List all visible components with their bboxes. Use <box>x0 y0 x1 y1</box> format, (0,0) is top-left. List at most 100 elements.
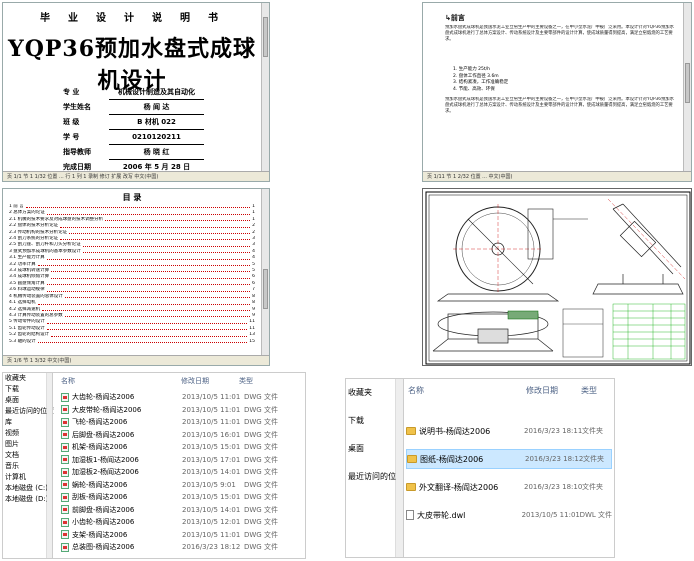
toc-leader <box>37 262 251 267</box>
nav-item[interactable]: 桌面 <box>3 395 46 406</box>
column-date[interactable]: 修改日期 <box>526 383 581 399</box>
status-bar: 页 1/6 节 1 3/32 中文(中国) <box>3 355 269 365</box>
file-explorer-project: 收藏夹 下载 桌面 最近访问的位置 名称 修改日期 类型 说明书-杨阎达2006 201… <box>345 378 615 558</box>
file-row[interactable]: 加湿板2-杨阎达2006 2013/10/5 14:01 DWG 文件 <box>61 466 278 478</box>
file-explorer-drawings: 收藏夹 下载 桌面 最近访问的位置库视频 图片 文档 音乐 计算机 本地磁盘 (C:) 本地磁盘 … <box>2 372 306 559</box>
column-type[interactable]: 类型 <box>239 373 279 389</box>
nav-item[interactable]: 收藏夹 <box>3 373 46 384</box>
file-row[interactable]: 刮板-杨阎达2006 2013/10/5 15:01 DWG 文件 <box>61 491 278 503</box>
file-row[interactable]: 大齿轮-杨阎达2006 2013/10/5 11:01 DWG 文件 <box>61 391 278 403</box>
file-type: DWG 文件 <box>244 405 278 414</box>
file-row[interactable]: 后脚盘-杨阎达2006 2013/10/5 16:01 DWG 文件 <box>61 429 278 441</box>
file-date: 2013/10/5 12:01 <box>182 518 241 526</box>
file-date: 2013/10/5 15:01 <box>182 493 241 501</box>
vertical-scrollbar[interactable] <box>261 189 269 355</box>
file-row[interactable]: 加湿板1-杨阎达2006 2013/10/5 17:01 DWG 文件 <box>61 454 278 466</box>
preface-list-item: 4. 节能、高效、环保 <box>453 86 495 92</box>
toc-leader <box>82 242 251 247</box>
nav-item[interactable]: 文档 <box>3 450 46 461</box>
toc-leader <box>51 274 251 279</box>
folder-row[interactable]: 图纸-杨阎达2006 2016/3/23 18:12 文件夹 <box>406 449 612 469</box>
file-date: 2016/3/23 18:11 <box>524 427 583 435</box>
toc-leader <box>46 326 248 331</box>
toc-leader <box>25 204 251 209</box>
file-row[interactable]: 飞轮-杨阎达2006 2013/10/5 11:01 DWG 文件 <box>61 416 278 428</box>
file-type: DWL 文件 <box>579 511 612 519</box>
file-row[interactable]: 支架-杨阎达2006 2013/10/5 11:01 DWG 文件 <box>61 529 278 541</box>
folder-icon <box>406 483 416 491</box>
column-date[interactable]: 修改日期 <box>181 373 239 389</box>
file-date: 2016/3/23 18:10 <box>524 483 583 491</box>
nav-item[interactable]: 本地磁盘 (D:) <box>3 494 48 505</box>
dwg-file-icon <box>61 417 69 427</box>
file-name: 机架-杨阎达2006 <box>72 443 128 451</box>
nav-item[interactable]: 收藏夹 <box>346 379 395 407</box>
file-row[interactable]: 小齿轮-杨阎达2006 2013/10/5 12:01 DWG 文件 <box>61 516 278 528</box>
toc-item[interactable]: 5.3 轴的设计 15 <box>9 339 255 345</box>
dwg-file-icon <box>61 480 69 489</box>
cad-drawing <box>422 188 692 366</box>
nav-item[interactable]: 桌面 <box>346 435 395 463</box>
cover-field-value: 0210120211 <box>109 130 204 145</box>
toc-leader <box>60 223 251 228</box>
nav-scrollbar[interactable] <box>47 373 53 558</box>
nav-item[interactable]: 计算机 <box>3 472 46 483</box>
cover-document-window: 毕 业 设 计 说 明 书 YQP36预加水盘式成球机设计 专 业机械设计制造及… <box>2 2 270 182</box>
dwg-file-icon <box>61 505 69 514</box>
nav-item[interactable]: 音乐 <box>3 461 46 472</box>
dwg-file-icon <box>61 392 69 402</box>
toc-leader <box>37 339 248 343</box>
nav-item[interactable]: 下载 <box>346 407 395 435</box>
cover-field-value: 杨 晓 红 <box>109 145 204 160</box>
vertical-scrollbar[interactable] <box>683 3 691 171</box>
file-row[interactable]: 大皮带轮.dwl 2013/10/5 11:01 DWL 文件 <box>406 505 612 525</box>
column-type[interactable]: 类型 <box>581 383 611 399</box>
folder-row[interactable]: 说明书-杨阎达2006 2016/3/23 18:11 文件夹 <box>406 421 612 441</box>
column-headers: 名称 修改日期 类型 <box>61 373 305 389</box>
nav-item[interactable]: 下载 <box>3 384 46 395</box>
column-name[interactable]: 名称 <box>61 373 181 389</box>
toc-leader <box>64 313 251 318</box>
toc-leader <box>82 249 251 254</box>
preface-heading: ↳前言 <box>445 14 465 22</box>
cover-field-label: 班 级 <box>63 118 80 126</box>
file-type: DWG 文件 <box>244 455 278 464</box>
nav-item[interactable]: 本地磁盘 (C:) <box>3 483 48 494</box>
file-date: 2013/10/5 14:01 <box>182 505 241 514</box>
cover-field-value: B 材机 022 <box>109 115 204 130</box>
vertical-scrollbar[interactable] <box>261 3 269 171</box>
file-row[interactable]: 总装图-杨阎达2006 2016/3/23 18:12 DWG 文件 <box>61 541 278 553</box>
toc-document-window: 目 录 1 前 言12 总体方案的论证 1 2.1 机械的技术要求及对成球盘的技术调… <box>2 188 270 366</box>
file-type: DWG 文件 <box>244 430 278 439</box>
toc-item-page: 15 <box>249 338 255 344</box>
dwg-file-icon <box>61 517 69 527</box>
nav-item[interactable]: 最近访问的位置 <box>3 406 54 417</box>
file-row[interactable]: 大皮带轮-杨阎达2006 2013/10/5 11:01 DWG 文件 <box>61 404 278 416</box>
nav-item[interactable]: 图片 <box>3 439 46 450</box>
file-name: 支架-杨阎达2006 <box>72 530 128 539</box>
nav-item[interactable]: 最近访问的位置 <box>346 463 404 491</box>
file-row[interactable]: 机架-杨阎达2006 2013/10/5 15:01 DWG 文件 <box>61 441 278 453</box>
nav-item[interactable]: 视频 <box>3 428 46 439</box>
navigation-pane: 收藏夹 下载 桌面 最近访问的位置 <box>346 379 404 557</box>
folder-row[interactable]: 外文翻译-杨阎达2006 2016/3/23 18:10 文件夹 <box>406 477 612 497</box>
toc-leader <box>37 300 251 305</box>
toc-item-title: 5.3 轴的设计 <box>9 338 36 344</box>
nav-scrollbar[interactable] <box>396 379 404 557</box>
file-name: 加湿板1-杨阎达2006 <box>72 455 139 464</box>
cover-field-row: 学 号 0210120211 <box>63 130 204 145</box>
file-row[interactable]: 前脚盘-杨阎达2006 2013/10/5 14:01 DWG 文件 <box>61 504 278 516</box>
preface-list-item: 3. 结构紧凑，工作准确稳定 <box>453 80 509 85</box>
toc-leader <box>69 230 251 235</box>
dwg-file-icon <box>61 542 69 552</box>
file-type: DWG 文件 <box>244 505 278 514</box>
toc-heading: 目 录 <box>122 193 142 202</box>
toc-leader <box>51 332 248 337</box>
nav-item[interactable]: 库 <box>3 417 46 428</box>
file-name: 飞轮-杨阎达2006 <box>72 418 128 426</box>
column-name[interactable]: 名称 <box>408 383 526 399</box>
file-name: 大皮带轮.dwl <box>416 510 466 520</box>
dwg-file-icon <box>61 405 69 414</box>
toc-leader <box>42 307 251 311</box>
file-row[interactable]: 蜗轮-杨阎达2006 2013/10/5 9:01 DWG 文件 <box>61 479 278 491</box>
